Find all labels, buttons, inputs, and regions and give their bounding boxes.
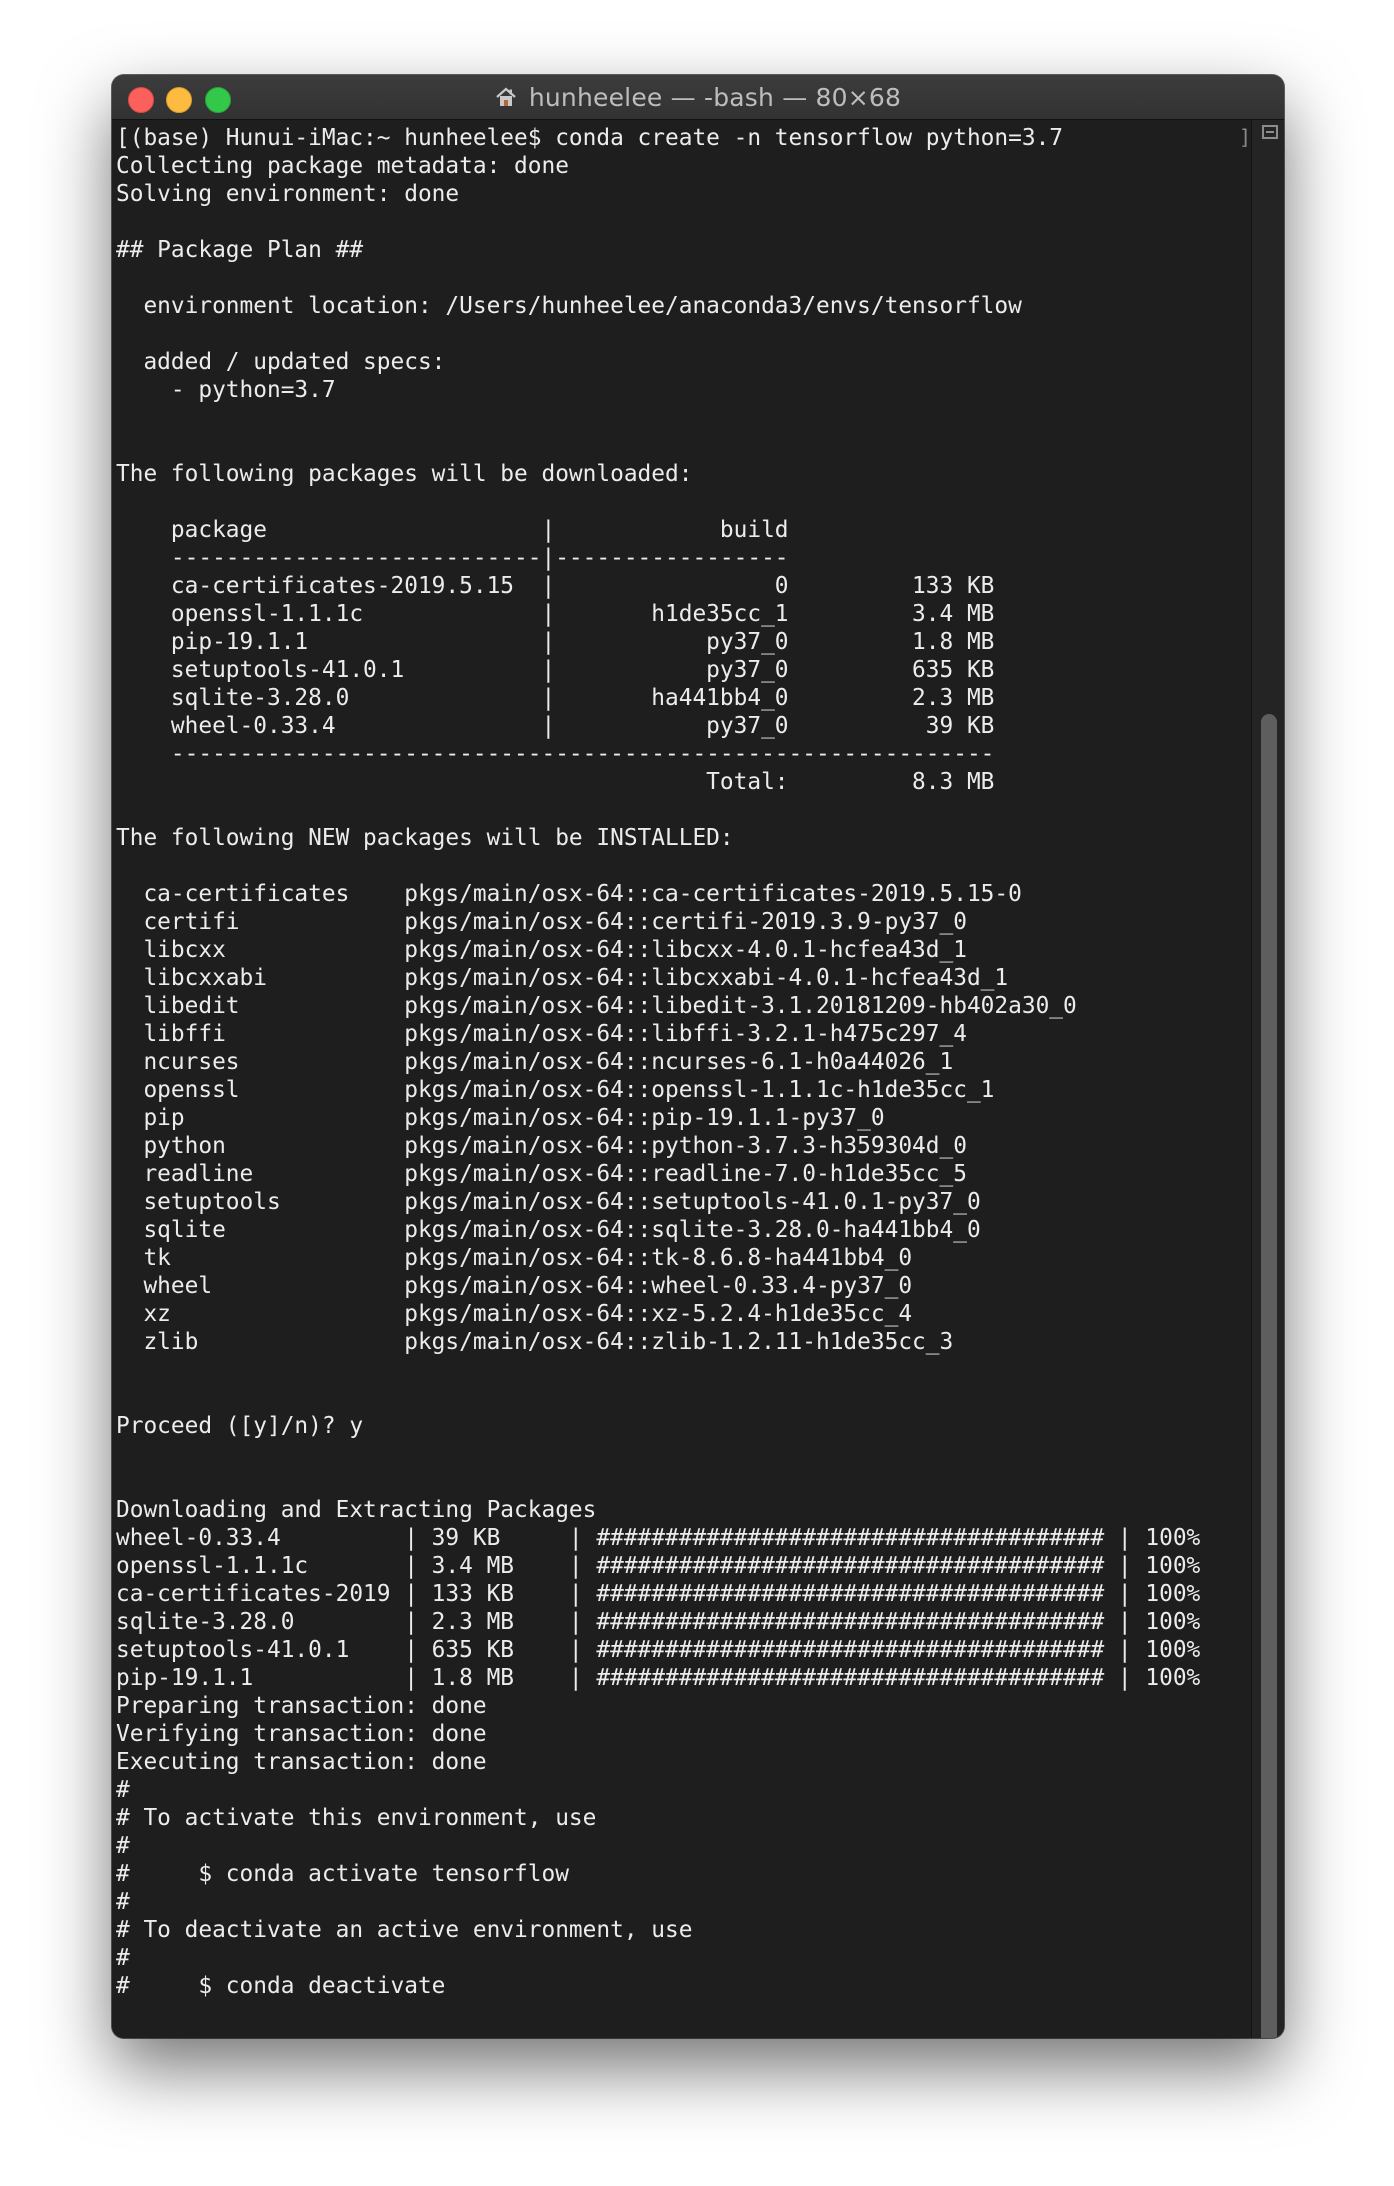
terminal-line: # xyxy=(116,1833,130,1859)
terminal-line: # xyxy=(116,1889,130,1915)
terminal-line: ----------------------------------------… xyxy=(116,741,995,767)
terminal-line: certifi pkgs/main/osx-64::certifi-2019.3… xyxy=(116,909,967,935)
terminal-line: wheel pkgs/main/osx-64::wheel-0.33.4-py3… xyxy=(116,1273,913,1299)
terminal-line: ca-certificates pkgs/main/osx-64::ca-cer… xyxy=(116,881,1022,907)
terminal-line: The following NEW packages will be INSTA… xyxy=(116,825,734,851)
split-pane-icon[interactable] xyxy=(1262,125,1278,139)
scrollbar-thumb[interactable] xyxy=(1261,714,1277,2038)
window-title: hunheelee — -bash — 80×68 xyxy=(528,82,902,112)
terminal-line: Collecting package metadata: done xyxy=(116,153,569,179)
terminal-line: # xyxy=(116,1777,130,1803)
wrap-marker: ] xyxy=(1239,125,1252,149)
terminal-line: ncurses pkgs/main/osx-64::ncurses-6.1-h0… xyxy=(116,1049,954,1075)
terminal-line: tk pkgs/main/osx-64::tk-8.6.8-ha441bb4_0 xyxy=(116,1245,913,1271)
terminal-line: [(base) Hunui-iMac:~ hunheelee$ conda cr… xyxy=(116,125,1064,151)
terminal-line: environment location: /Users/hunheelee/a… xyxy=(116,293,1022,319)
title-bar[interactable]: hunheelee — -bash — 80×68 xyxy=(112,75,1284,120)
terminal-line: pip-19.1.1 | py37_0 1.8 MB xyxy=(116,629,995,655)
terminal-line: libcxxabi pkgs/main/osx-64::libcxxabi-4.… xyxy=(116,965,1009,991)
terminal-line: openssl-1.1.1c | 3.4 MB | ##############… xyxy=(116,1553,1201,1579)
terminal-line: zlib pkgs/main/osx-64::zlib-1.2.11-h1de3… xyxy=(116,1329,954,1355)
terminal-line: libcxx pkgs/main/osx-64::libcxx-4.0.1-hc… xyxy=(116,937,967,963)
window-title-group: hunheelee — -bash — 80×68 xyxy=(112,75,1284,119)
terminal-line: ---------------------------|------------… xyxy=(116,545,789,571)
terminal-line: libedit pkgs/main/osx-64::libedit-3.1.20… xyxy=(116,993,1077,1019)
terminal-line: libffi pkgs/main/osx-64::libffi-3.2.1-h4… xyxy=(116,1021,967,1047)
terminal-line: setuptools pkgs/main/osx-64::setuptools-… xyxy=(116,1189,981,1215)
terminal-line: setuptools-41.0.1 | py37_0 635 KB xyxy=(116,657,995,683)
terminal-line: python pkgs/main/osx-64::python-3.7.3-h3… xyxy=(116,1133,967,1159)
terminal-line: # To deactivate an active environment, u… xyxy=(116,1917,693,1943)
terminal-line: added / updated specs: xyxy=(116,349,446,375)
terminal-line: sqlite pkgs/main/osx-64::sqlite-3.28.0-h… xyxy=(116,1217,981,1243)
terminal-line: Solving environment: done xyxy=(116,181,460,207)
terminal-line: ca-certificates-2019.5.15 | 0 133 KB xyxy=(116,573,995,599)
terminal-line: openssl-1.1.1c | h1de35cc_1 3.4 MB xyxy=(116,601,995,627)
terminal-line: # To activate this environment, use xyxy=(116,1805,597,1831)
terminal-line: wheel-0.33.4 | py37_0 39 KB xyxy=(116,713,995,739)
terminal-content[interactable]: [(base) Hunui-iMac:~ hunheelee$ conda cr… xyxy=(112,120,1252,2038)
terminal-output[interactable]: [(base) Hunui-iMac:~ hunheelee$ conda cr… xyxy=(116,124,1200,2000)
terminal-line: ca-certificates-2019 | 133 KB | ########… xyxy=(116,1581,1201,1607)
terminal-line: Total: 8.3 MB xyxy=(116,769,995,795)
terminal-line: openssl pkgs/main/osx-64::openssl-1.1.1c… xyxy=(116,1077,995,1103)
terminal-line: Proceed ([y]/n)? y xyxy=(116,1413,364,1439)
terminal-line: Downloading and Extracting Packages xyxy=(116,1497,597,1523)
terminal-line: xz pkgs/main/osx-64::xz-5.2.4-h1de35cc_4 xyxy=(116,1301,913,1327)
terminal-line: Executing transaction: done xyxy=(116,1749,487,1775)
terminal-line: sqlite-3.28.0 | ha441bb4_0 2.3 MB xyxy=(116,685,995,711)
terminal-line: Verifying transaction: done xyxy=(116,1721,487,1747)
terminal-line: package | build xyxy=(116,517,789,543)
terminal-window: hunheelee — -bash — 80×68 [(base) Hunui-… xyxy=(112,75,1284,2038)
terminal-line: ## Package Plan ## xyxy=(116,237,364,263)
terminal-line: pip pkgs/main/osx-64::pip-19.1.1-py37_0 xyxy=(116,1105,885,1131)
terminal-line: # $ conda deactivate xyxy=(116,1973,446,1999)
terminal-line: pip-19.1.1 | 1.8 MB | ##################… xyxy=(116,1665,1201,1691)
terminal-line: readline pkgs/main/osx-64::readline-7.0-… xyxy=(116,1161,967,1187)
terminal-line: - python=3.7 xyxy=(116,377,336,403)
terminal-line: wheel-0.33.4 | 39 KB | #################… xyxy=(116,1525,1201,1551)
terminal-line: # $ conda activate tensorflow xyxy=(116,1861,569,1887)
terminal-line: The following packages will be downloade… xyxy=(116,461,693,487)
terminal-line: setuptools-41.0.1 | 635 KB | ###########… xyxy=(116,1637,1201,1663)
terminal-line: Preparing transaction: done xyxy=(116,1693,487,1719)
terminal-line: # xyxy=(116,1945,130,1971)
terminal-line: sqlite-3.28.0 | 2.3 MB | ###############… xyxy=(116,1609,1201,1635)
house-icon xyxy=(495,86,517,108)
